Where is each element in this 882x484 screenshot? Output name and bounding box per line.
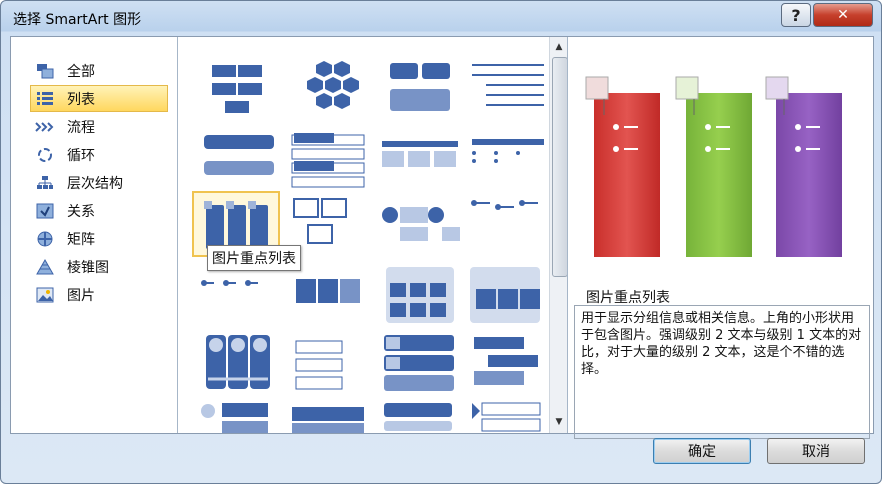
layout-thumbnail[interactable] xyxy=(466,59,548,121)
layout-thumbnail[interactable] xyxy=(378,131,462,193)
title-bar: 选择 SmartArt 图形 ? ✕ xyxy=(1,1,881,33)
category-label: 流程 xyxy=(67,119,95,136)
category-pyramid[interactable]: 棱锥图 xyxy=(31,254,167,279)
layout-thumbnail[interactable] xyxy=(194,131,278,193)
all-icon xyxy=(35,62,55,80)
category-label: 图片 xyxy=(67,287,95,304)
layout-thumbnail[interactable] xyxy=(286,263,370,325)
layout-thumbnail[interactable] xyxy=(378,263,462,325)
list-icon xyxy=(35,90,55,108)
close-icon: ✕ xyxy=(837,7,849,23)
hierarchy-icon xyxy=(35,174,55,192)
layout-thumbnail[interactable] xyxy=(466,131,548,193)
close-button[interactable]: ✕ xyxy=(813,3,873,27)
preview-title: 图片重点列表 xyxy=(586,290,670,306)
layout-thumbnail[interactable] xyxy=(466,331,548,393)
layout-thumbnail[interactable] xyxy=(286,59,370,121)
help-icon: ? xyxy=(791,5,801,25)
layout-thumbnail[interactable] xyxy=(378,401,462,433)
cycle-icon xyxy=(35,146,55,164)
category-matrix[interactable]: 矩阵 xyxy=(31,226,167,251)
layout-thumbnail[interactable] xyxy=(466,401,548,433)
preview-image xyxy=(585,76,842,257)
cancel-button[interactable]: 取消 xyxy=(767,438,865,464)
smartart-dialog: 选择 SmartArt 图形 ? ✕ 全部 列表 流程 循环 层次结构 关系 矩… xyxy=(0,0,882,484)
layout-thumbnail[interactable] xyxy=(378,331,462,393)
category-label: 列表 xyxy=(67,91,95,108)
ok-button[interactable]: 确定 xyxy=(653,438,751,464)
layout-thumbnail[interactable] xyxy=(286,401,370,433)
category-label: 关系 xyxy=(67,203,95,220)
scroll-thumb[interactable] xyxy=(552,57,568,277)
category-picture[interactable]: 图片 xyxy=(31,282,167,307)
matrix-icon xyxy=(35,230,55,248)
relationship-icon xyxy=(35,202,55,220)
layout-thumbnail[interactable] xyxy=(466,263,548,325)
layout-gallery: 图片重点列表 xyxy=(178,37,548,433)
process-icon xyxy=(35,118,55,136)
layout-thumbnail[interactable] xyxy=(194,59,278,121)
preview-description: 用于显示分组信息或相关信息。上角的小形状用于包含图片。强调级别 2 文本与级别 … xyxy=(574,305,870,439)
layout-thumbnail[interactable] xyxy=(194,263,278,325)
category-label: 层次结构 xyxy=(67,175,123,192)
dialog-title: 选择 SmartArt 图形 xyxy=(13,12,142,28)
layout-thumbnail[interactable] xyxy=(194,401,278,433)
category-label: 棱锥图 xyxy=(67,259,109,276)
category-all[interactable]: 全部 xyxy=(31,58,167,83)
category-list: 全部 列表 流程 循环 层次结构 关系 矩阵 棱锥图 图片 xyxy=(11,37,178,433)
category-label: 循环 xyxy=(67,147,95,164)
category-label: 矩阵 xyxy=(67,231,95,248)
layout-thumbnail[interactable] xyxy=(286,331,370,393)
dialog-body: 全部 列表 流程 循环 层次结构 关系 矩阵 棱锥图 图片 图片重点列表 ▲ ▼… xyxy=(10,36,874,439)
category-relationship[interactable]: 关系 xyxy=(31,198,167,223)
preview-panel: 图片重点列表 用于显示分组信息或相关信息。上角的小形状用于包含图片。强调级别 2… xyxy=(567,37,874,439)
category-process[interactable]: 流程 xyxy=(31,114,167,139)
layout-thumbnail[interactable] xyxy=(194,331,278,393)
category-label: 全部 xyxy=(67,63,95,80)
help-button[interactable]: ? xyxy=(781,3,811,27)
layout-thumbnail[interactable] xyxy=(286,131,370,193)
category-cycle[interactable]: 循环 xyxy=(31,142,167,167)
scroll-down-icon[interactable]: ▼ xyxy=(552,415,566,429)
gallery-scrollbar[interactable]: ▲ ▼ xyxy=(549,37,568,433)
category-list-item[interactable]: 列表 xyxy=(30,85,168,112)
layout-thumbnail[interactable] xyxy=(378,193,462,255)
layout-thumbnail[interactable] xyxy=(378,59,462,121)
layout-thumbnail[interactable] xyxy=(466,193,548,255)
category-hierarchy[interactable]: 层次结构 xyxy=(31,170,167,195)
scroll-up-icon[interactable]: ▲ xyxy=(552,40,566,54)
pyramid-icon xyxy=(35,258,55,276)
layout-tooltip: 图片重点列表 xyxy=(207,245,301,271)
picture-icon xyxy=(35,286,55,304)
